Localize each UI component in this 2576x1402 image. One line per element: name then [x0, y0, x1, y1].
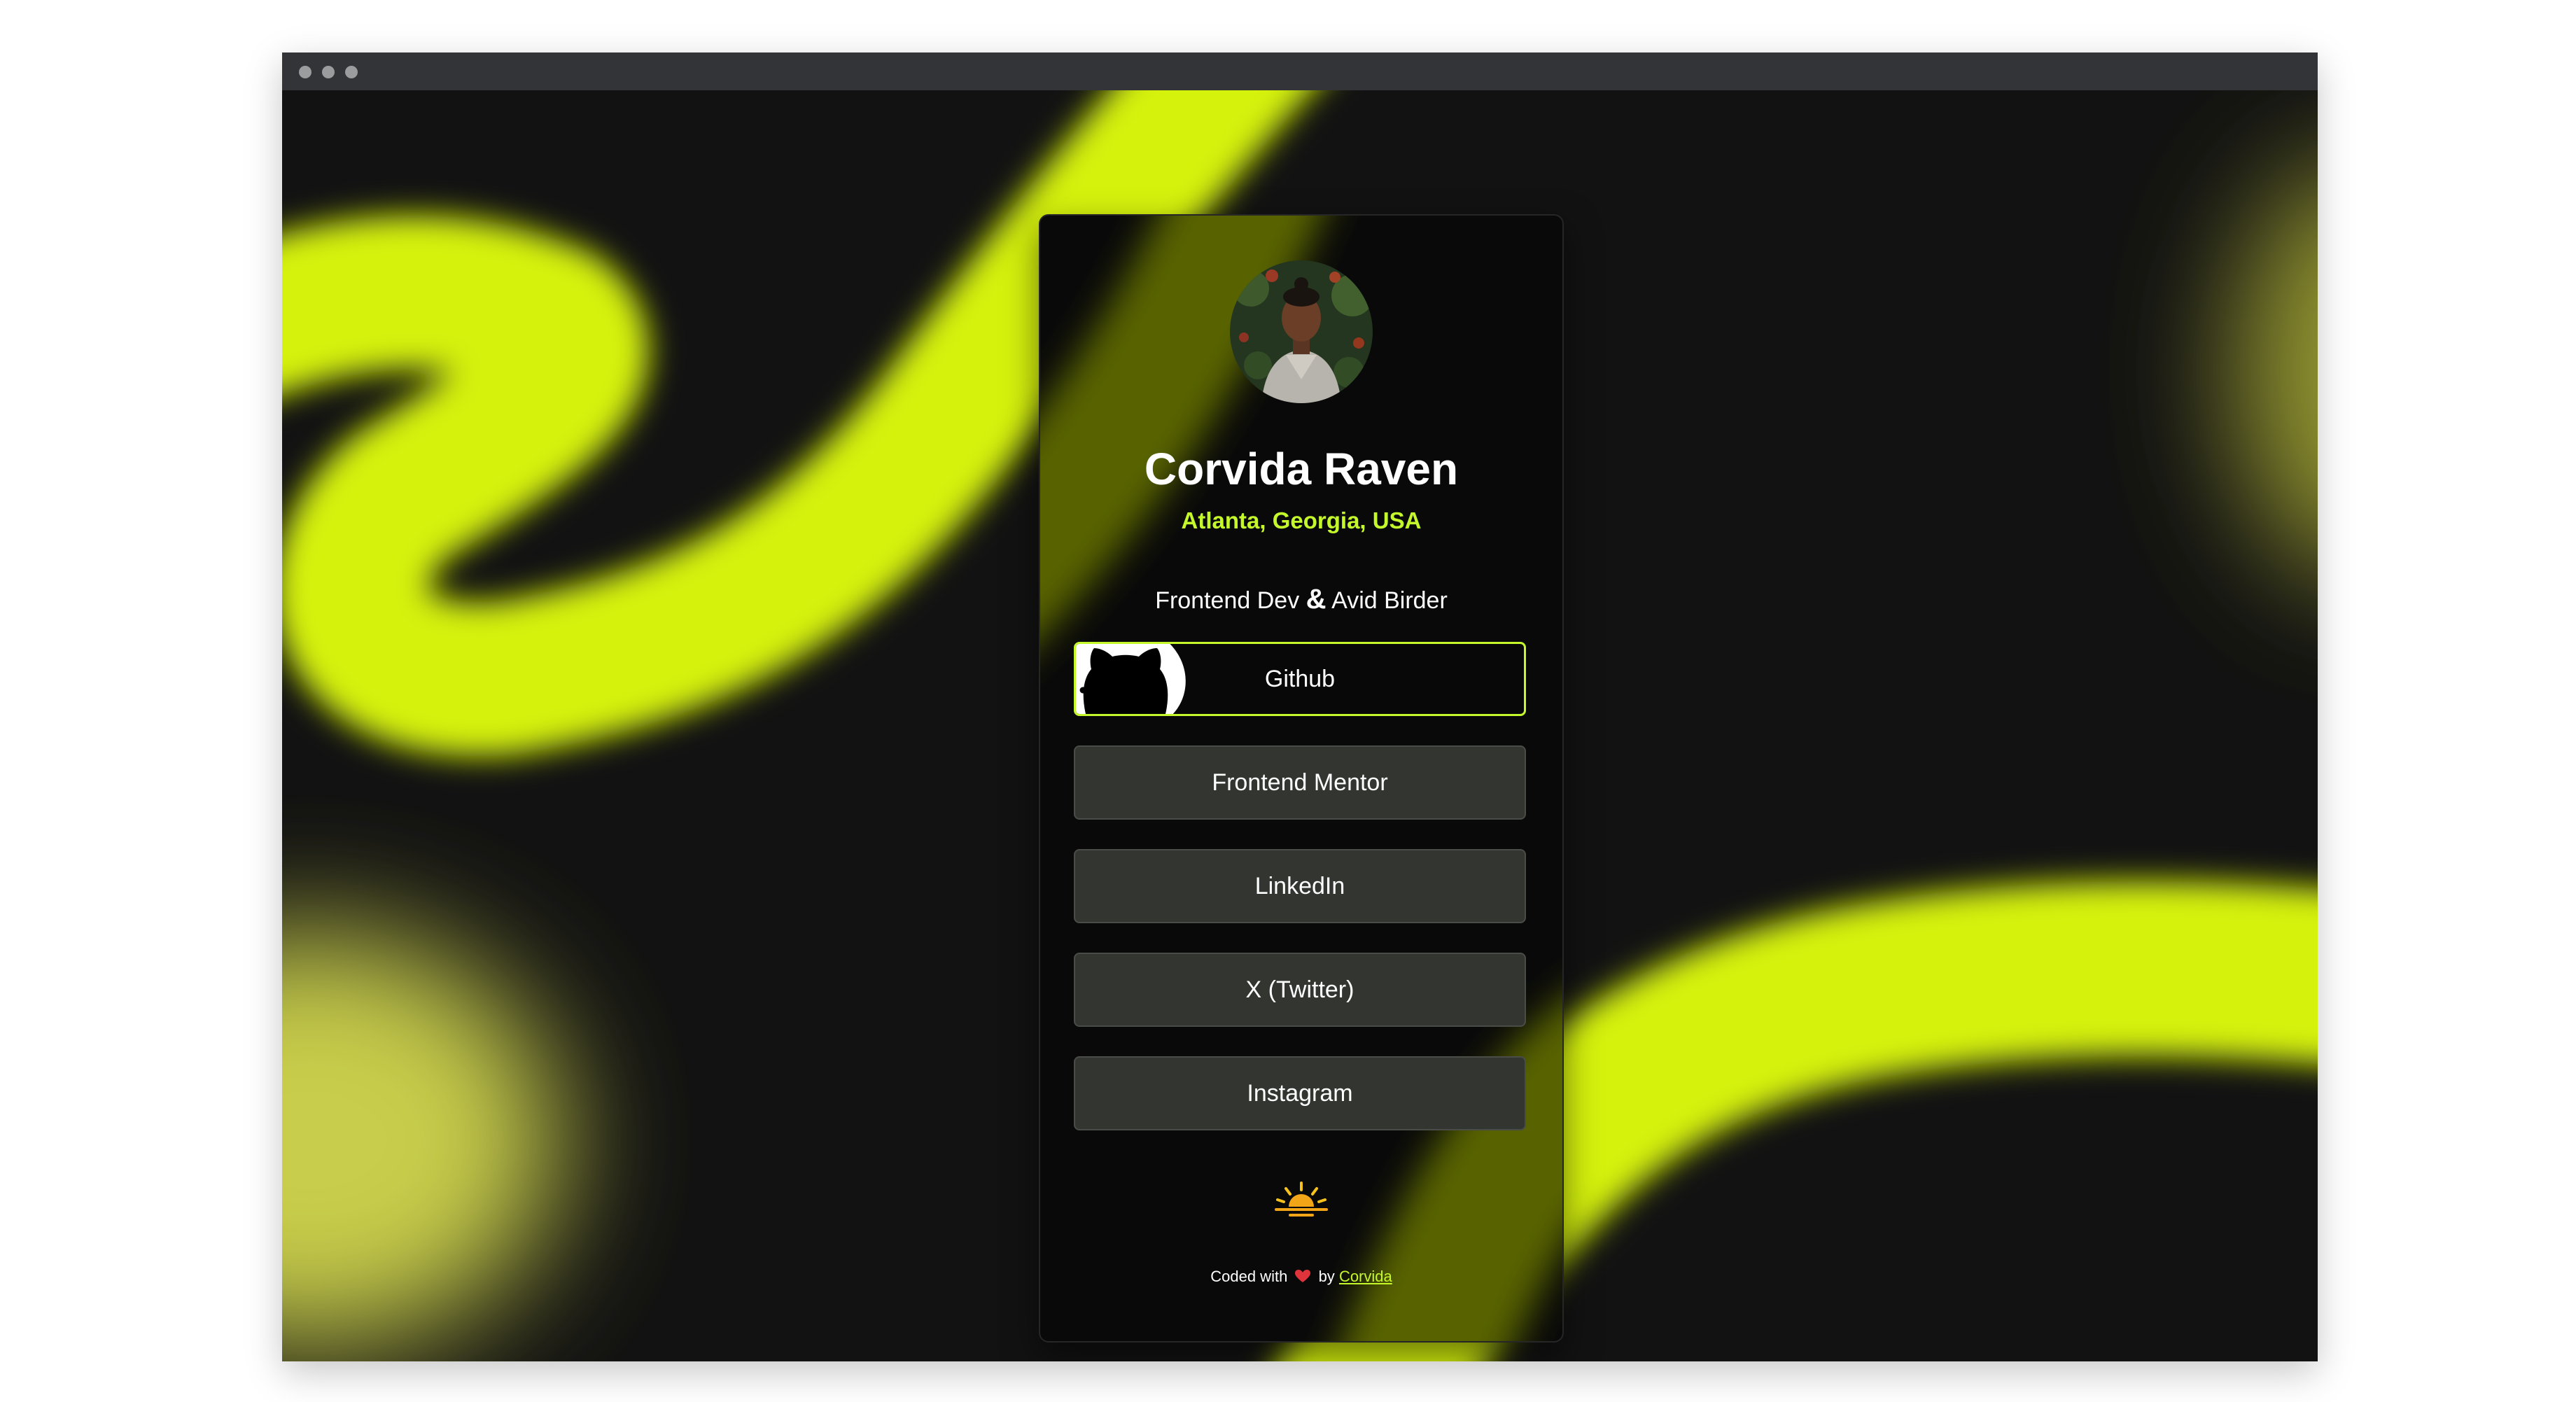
page-viewport: Corvida Raven Atlanta, Georgia, USA Fron…: [282, 90, 2318, 1361]
bio-hobby: Avid Birder: [1331, 587, 1448, 614]
profile-bio: Frontend Dev & Avid Birder: [1040, 583, 1562, 617]
link-label-frontend-mentor: Frontend Mentor: [1212, 769, 1388, 796]
link-button-x-twitter[interactable]: X (Twitter): [1074, 953, 1526, 1027]
footer-credit: Coded with by Corvida: [1040, 1266, 1562, 1288]
footer-author-link[interactable]: Corvida: [1339, 1268, 1392, 1285]
profile-card: Corvida Raven Atlanta, Georgia, USA Fron…: [1039, 214, 1564, 1343]
link-button-frontend-mentor[interactable]: Frontend Mentor: [1074, 745, 1526, 820]
link-label-linkedin: LinkedIn: [1254, 872, 1345, 899]
profile-location: Atlanta, Georgia, USA: [1181, 507, 1422, 533]
window-titlebar: [282, 52, 2318, 90]
bio-role: Frontend Dev: [1155, 587, 1300, 614]
heart-icon: [1295, 1270, 1311, 1282]
window-minimize-dot[interactable]: [322, 66, 335, 78]
link-label-instagram: Instagram: [1247, 1079, 1353, 1107]
github-icon: [1076, 644, 1186, 714]
link-button-linkedin[interactable]: LinkedIn: [1074, 849, 1526, 923]
link-label-github: Github: [1264, 665, 1336, 692]
profile-avatar: [1230, 260, 1373, 403]
glow-left: [282, 930, 562, 1350]
link-button-instagram[interactable]: Instagram: [1074, 1056, 1526, 1130]
sunrise-icon[interactable]: [1273, 1180, 1329, 1222]
window-maximize-dot[interactable]: [345, 66, 358, 78]
glow-right: [2235, 176, 2318, 565]
profile-name: Corvida Raven: [1144, 444, 1459, 494]
footer-by: by: [1318, 1268, 1335, 1285]
footer-prefix: Coded with: [1210, 1268, 1288, 1285]
link-button-github[interactable]: Github: [1074, 642, 1526, 716]
window-close-dot[interactable]: [299, 66, 312, 78]
bio-ampersand: &: [1306, 584, 1326, 615]
browser-window: Corvida Raven Atlanta, Georgia, USA Fron…: [282, 52, 2318, 1361]
link-label-x-twitter: X (Twitter): [1245, 976, 1354, 1003]
